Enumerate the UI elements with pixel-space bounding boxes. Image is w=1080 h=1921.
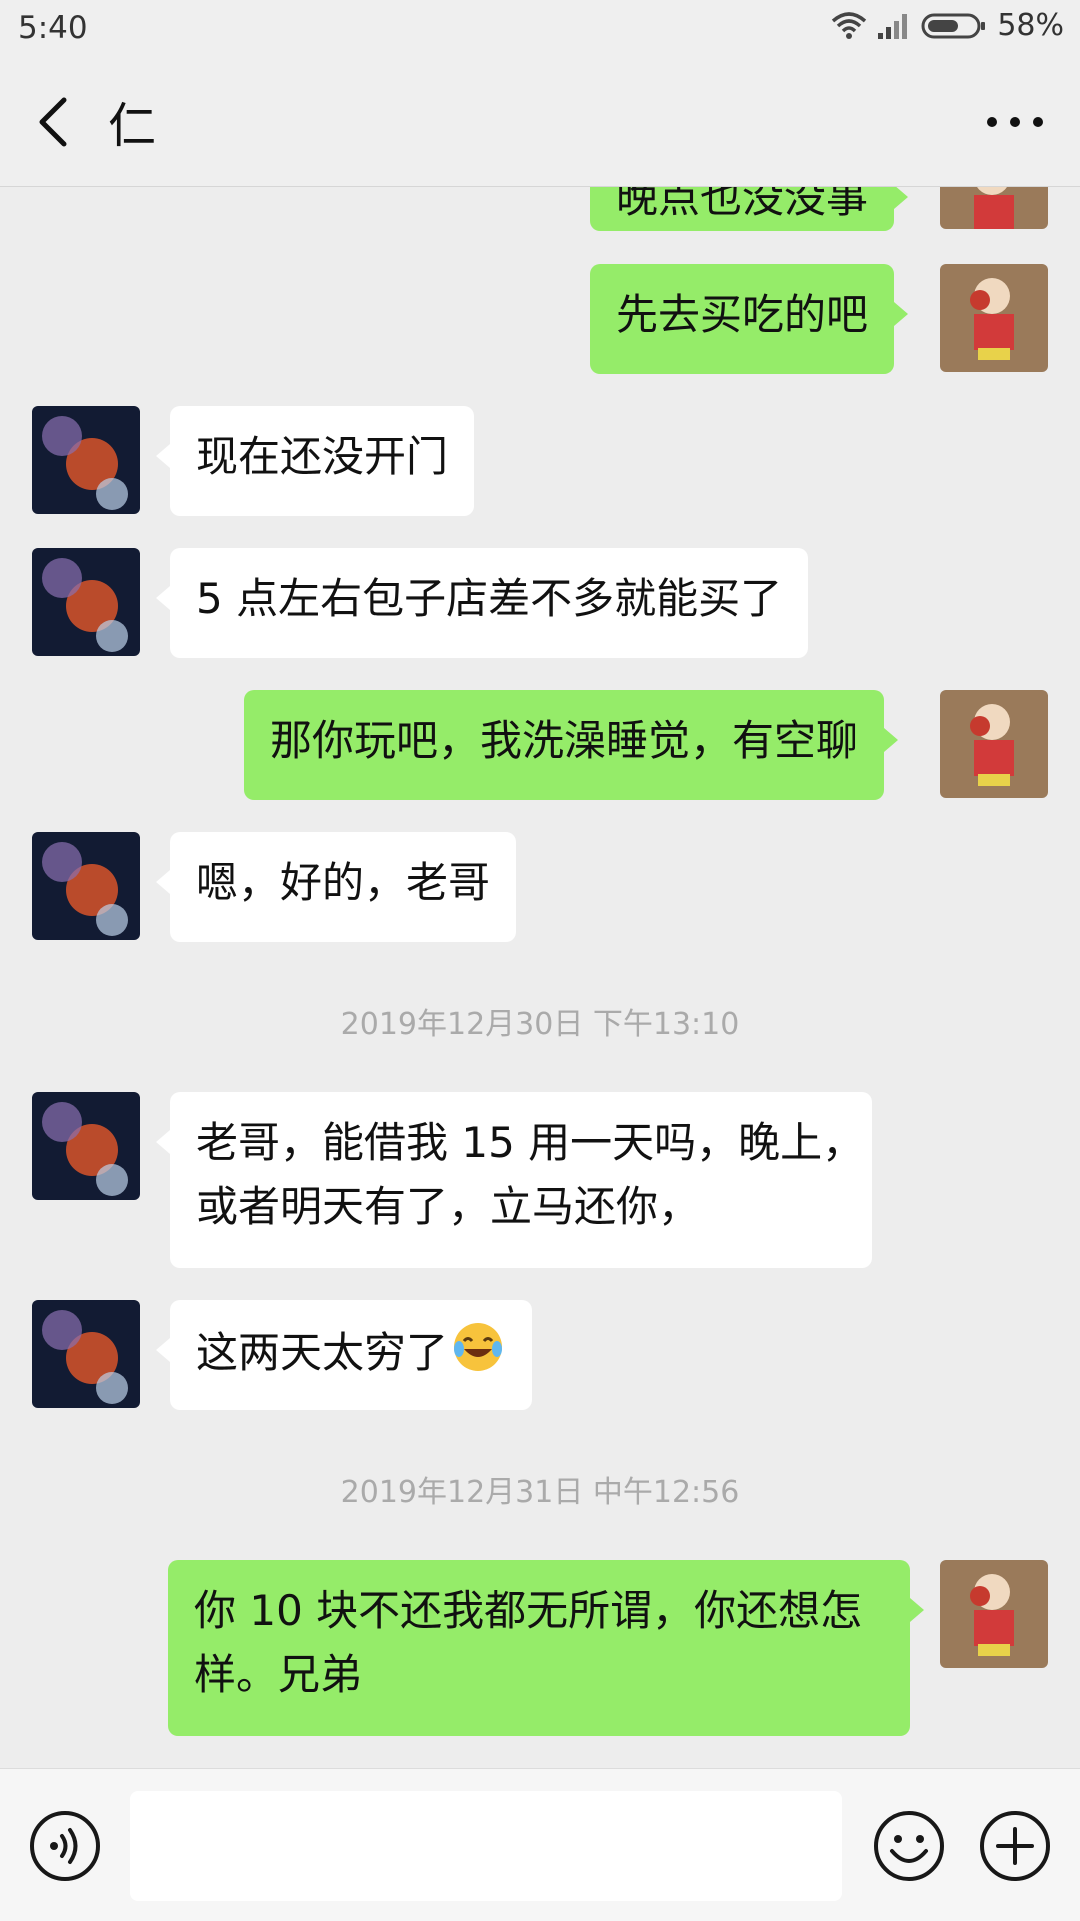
message-text: 晚点也没没事 (616, 187, 869, 222)
message-outgoing[interactable]: 先去买吃的吧 (590, 264, 909, 374)
message-timestamp: 2019年12月31日 中午12:56 (340, 1475, 740, 1510)
avatar-contact[interactable] (32, 832, 140, 940)
message-incoming[interactable]: 嗯，好的，老哥 (155, 832, 517, 942)
message-incoming[interactable]: 老哥，能借我 15 用一天吗，晚上， 或者明天有了，立马还你， (156, 1092, 872, 1268)
message-incoming[interactable]: 现在还没开门 (155, 406, 475, 516)
chat-header: 仁 (0, 58, 1080, 187)
chevron-left-icon[interactable] (30, 92, 84, 152)
avatar-self[interactable] (940, 264, 1048, 372)
message-text-line: 你 10 块不还我都无所谓，你还想怎 (194, 1586, 863, 1635)
status-icons: 58% (831, 8, 1064, 43)
avatar-self[interactable] (940, 1560, 1048, 1668)
wifi-icon (832, 11, 867, 39)
avatar-self[interactable] (940, 187, 1048, 229)
battery-percent: 58% (997, 8, 1064, 43)
message-text: 这两天太穷了 (196, 1328, 449, 1377)
message-text-line: 老哥，能借我 15 用一天吗，晚上， (196, 1118, 865, 1167)
battery-icon (921, 13, 986, 38)
message-timestamp: 2019年12月30日 下午13:10 (340, 1007, 740, 1042)
chat-title: 仁 (108, 98, 157, 154)
emoji-icon[interactable] (872, 1809, 946, 1883)
status-time: 5:40 (18, 10, 88, 46)
message-text-line: 样。兄弟 (194, 1650, 363, 1699)
avatar-self[interactable] (940, 690, 1048, 798)
input-bar (0, 1768, 1080, 1921)
message-text: 那你玩吧，我洗澡睡觉，有空聊 (270, 716, 859, 765)
avatar-contact[interactable] (32, 1300, 140, 1408)
more-dots-icon[interactable] (980, 102, 1050, 142)
plus-icon[interactable] (978, 1809, 1052, 1883)
message-list[interactable]: 晚点也没没事 先去买吃的吧 现在还没开门 5 点左右包子店差不多就能买了 那你玩… (0, 187, 1080, 1767)
message-incoming[interactable]: 5 点左右包子店差不多就能买了 (155, 548, 809, 658)
message-outgoing[interactable]: 你 10 块不还我都无所谓，你还想怎 样。兄弟 (168, 1560, 924, 1736)
message-text: 先去买吃的吧 (616, 290, 869, 339)
message-outgoing[interactable]: 那你玩吧，我洗澡睡觉，有空聊 (244, 690, 899, 800)
message-text: 现在还没开门 (196, 432, 449, 481)
message-outgoing[interactable]: 晚点也没没事 (590, 187, 909, 231)
signal-icon (878, 13, 908, 39)
message-text: 嗯，好的，老哥 (196, 858, 491, 907)
message-text: 5 点左右包子店差不多就能买了 (196, 574, 783, 623)
message-input[interactable] (130, 1791, 842, 1901)
avatar-contact[interactable] (32, 548, 140, 656)
avatar-contact[interactable] (32, 1092, 140, 1200)
voice-icon[interactable] (28, 1809, 102, 1883)
message-incoming[interactable]: 这两天太穷了 (155, 1300, 533, 1410)
message-text-line: 或者明天有了，立马还你， (196, 1182, 701, 1231)
status-bar: 5:40 58% (0, 0, 1080, 58)
laughing-tears-emoji-icon (454, 1323, 503, 1371)
avatar-contact[interactable] (32, 406, 140, 514)
